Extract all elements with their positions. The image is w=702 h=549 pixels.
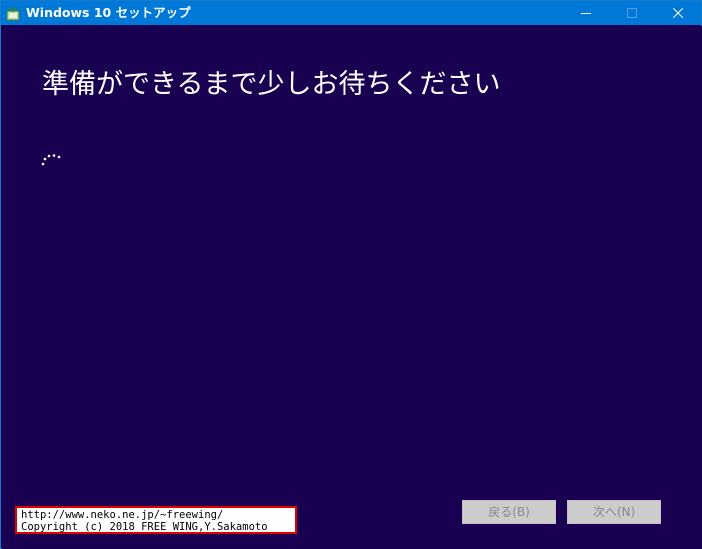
maximize-button [609, 1, 655, 25]
credit-copyright: Copyright (c) 2018 FREE WING,Y.Sakamoto [21, 521, 268, 533]
setup-content: 準備ができるまで少しお待ちください 戻る(B) 次へ(N) http://www… [2, 26, 702, 549]
close-icon [673, 8, 683, 18]
window-title: Windows 10 セットアップ [26, 5, 191, 20]
credit-url: http://www.neko.ne.jp/~freewing/ [21, 509, 224, 521]
minimize-icon [581, 13, 591, 14]
setup-app-icon [6, 6, 20, 21]
loading-dots-icon [40, 151, 68, 169]
copyright-watermark: http://www.neko.ne.jp/~freewing/ Copyrig… [15, 506, 297, 534]
next-button[interactable]: 次へ(N) [567, 500, 661, 524]
close-button[interactable] [655, 1, 701, 25]
setup-window: Windows 10 セットアップ 準備ができるまで少しお待ちください 戻る(B… [0, 0, 702, 549]
minimize-button[interactable] [563, 1, 609, 25]
page-heading: 準備ができるまで少しお待ちください [42, 69, 501, 100]
back-button[interactable]: 戻る(B) [462, 500, 556, 524]
maximize-icon [627, 8, 637, 18]
title-bar[interactable]: Windows 10 セットアップ [1, 1, 701, 25]
